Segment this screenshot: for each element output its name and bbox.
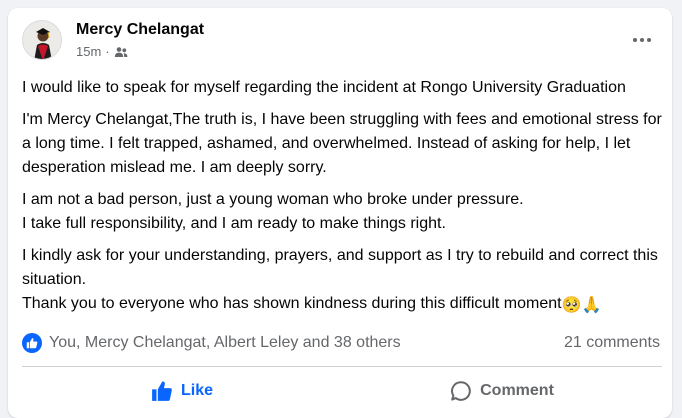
post-paragraph-last: I kindly ask for your understanding, pra… (22, 244, 662, 318)
comment-bubble-icon (451, 381, 471, 401)
more-options-button[interactable] (624, 22, 660, 58)
comment-label: Comment (480, 382, 554, 399)
actions-divider (22, 366, 662, 367)
post-paragraph: I am not a bad person, just a young woma… (22, 191, 524, 232)
post-card: Mercy Chelangat 15m · I would like to sp (8, 8, 672, 418)
post-paragraph: I'm Mercy Chelangat,The truth is, I have… (22, 111, 662, 176)
meta-separator: · (105, 44, 110, 59)
post-body: I would like to speak for myself regardi… (22, 76, 662, 326)
folded-hands-emoji: 🙏 (581, 297, 602, 314)
pleading-face-emoji: 🥺 (561, 297, 582, 314)
post-meta: 15m · (76, 44, 128, 59)
like-button[interactable]: Like (22, 370, 342, 412)
post-header: Mercy Chelangat 15m · (22, 18, 662, 66)
comments-count[interactable]: 21 comments (564, 334, 660, 352)
reactions-text: You, Mercy Chelangat, Albert Leley and 3… (49, 334, 401, 351)
post-timestamp[interactable]: 15m (76, 44, 101, 59)
avatar-photo (23, 21, 61, 59)
post-actions: Like Comment (22, 370, 662, 412)
like-label: Like (180, 382, 213, 399)
author-name[interactable]: Mercy Chelangat (76, 21, 204, 39)
author-avatar[interactable] (22, 20, 62, 60)
reactions-bar: You, Mercy Chelangat, Albert Leley and 3… (22, 330, 662, 356)
reactions-summary[interactable]: You, Mercy Chelangat, Albert Leley and 3… (22, 333, 401, 353)
more-dots-icon (633, 38, 651, 42)
thumbs-up-icon (152, 381, 172, 401)
comment-button[interactable]: Comment (342, 370, 662, 412)
friends-icon[interactable] (114, 46, 128, 58)
like-reaction-icon (22, 333, 42, 353)
post-paragraph: I would like to speak for myself regardi… (22, 79, 626, 96)
